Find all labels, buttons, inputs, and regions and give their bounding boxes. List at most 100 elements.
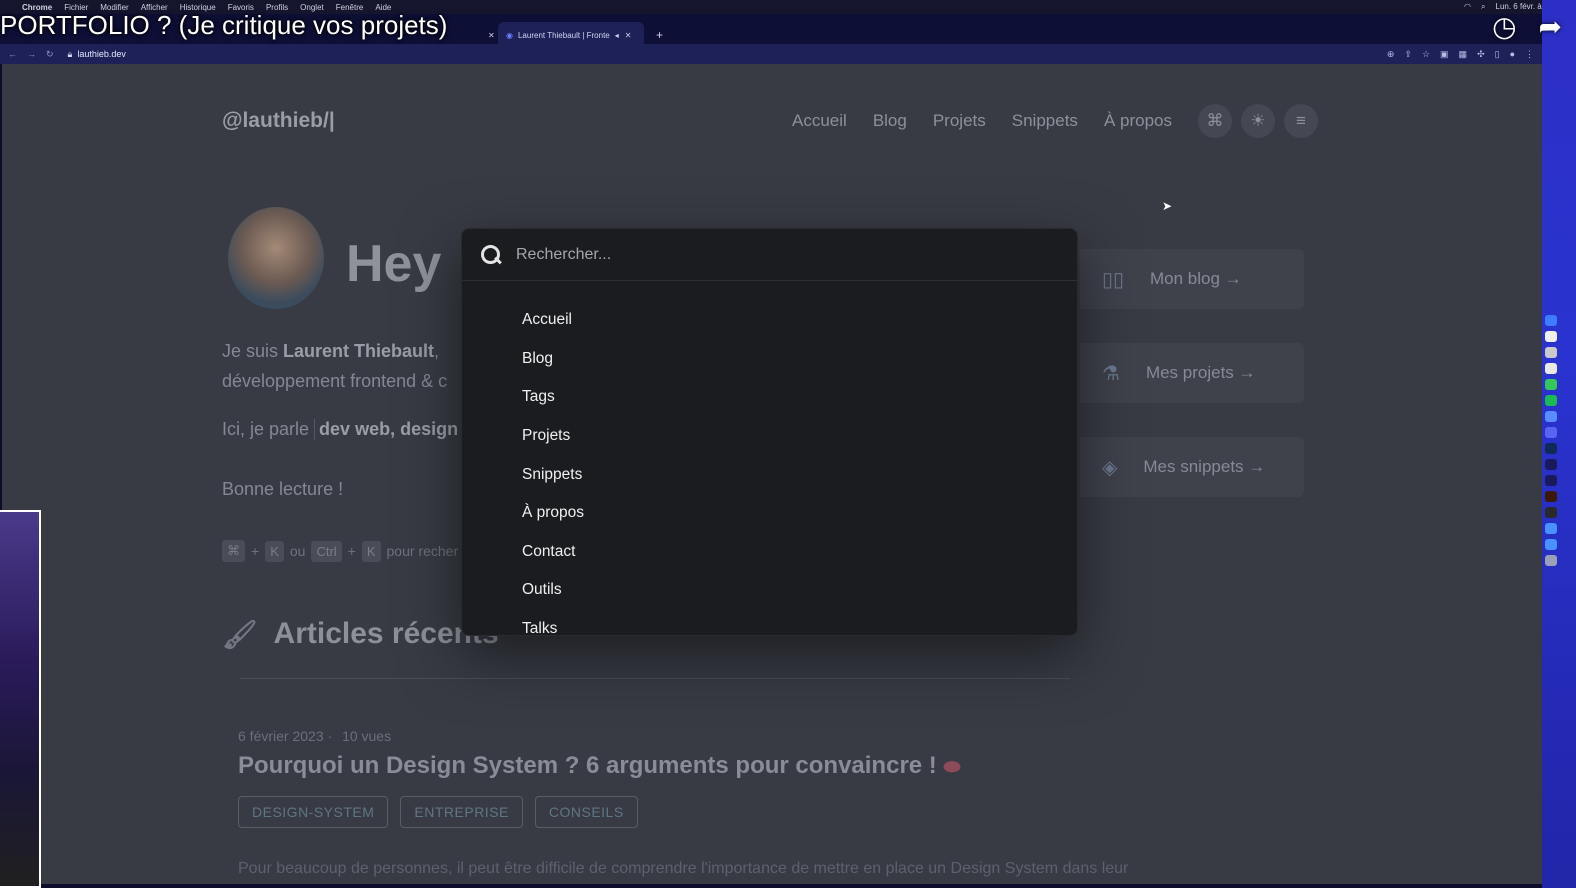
premiere-icon[interactable]: [1545, 475, 1557, 486]
nav-snippets[interactable]: Snippets: [1012, 111, 1078, 131]
book-icon: ▯▯: [1102, 268, 1125, 291]
close-tab-icon[interactable]: ✕: [488, 31, 495, 40]
intro-suffix: ,: [434, 341, 440, 361]
search-input[interactable]: [516, 245, 1036, 264]
article-title[interactable]: Pourquoi un Design System ? 6 arguments …: [238, 752, 961, 780]
watch-later-icon[interactable]: ◷: [1492, 10, 1516, 43]
kbd-cmd: ⌘: [222, 540, 245, 562]
talk-highlight: dev web, design: [314, 419, 464, 440]
article-views: 10 vues: [342, 728, 392, 744]
illustrator-icon[interactable]: [1545, 491, 1557, 502]
or-text: ou: [289, 543, 306, 559]
video-title[interactable]: PORTFOLIO ? (Je critique vos projets): [0, 10, 447, 41]
app-icon[interactable]: [1545, 411, 1557, 422]
nav-a-propos[interactable]: À propos: [1104, 111, 1172, 131]
bookmark-star-icon[interactable]: ☆: [1422, 49, 1430, 60]
kebab-menu-icon[interactable]: ⋮: [1525, 49, 1534, 60]
favicon-icon: ◉: [506, 30, 513, 40]
spotify-icon[interactable]: [1545, 395, 1557, 406]
figma-icon[interactable]: [1545, 507, 1557, 518]
finder-icon[interactable]: [1545, 315, 1557, 326]
article-date: 6 février 2023: [238, 728, 324, 744]
extension-icon[interactable]: ▣: [1440, 49, 1449, 60]
photoshop-icon[interactable]: [1545, 443, 1557, 454]
sidebar-icon[interactable]: ▯: [1495, 49, 1500, 60]
talk-prefix: Ici, je parle: [222, 419, 315, 439]
url-field[interactable]: lauthieb.dev: [77, 49, 126, 59]
forward-icon[interactable]: →: [27, 49, 36, 60]
flask-icon: ⚗: [1102, 362, 1120, 385]
wifi-icon[interactable]: ◠: [1464, 2, 1471, 12]
theme-toggle-button[interactable]: ☀: [1241, 104, 1275, 138]
avatar: [228, 207, 324, 309]
calendar-icon[interactable]: [1545, 331, 1557, 342]
result-talks[interactable]: Talks: [462, 610, 1077, 635]
kbd-ctrl: Ctrl: [311, 540, 342, 562]
reload-icon[interactable]: ↻: [46, 49, 54, 60]
share-icon[interactable]: ⇪: [1404, 49, 1412, 60]
hamburger-icon: ≡: [1296, 111, 1306, 130]
site-logo[interactable]: @lauthieb/|: [222, 109, 335, 133]
puzzle-icon[interactable]: ✣: [1477, 49, 1485, 60]
audio-icon[interactable]: ◂: [615, 31, 619, 40]
result-contact[interactable]: Contact: [462, 533, 1077, 572]
result-snippets[interactable]: Snippets: [462, 455, 1077, 494]
messages-icon[interactable]: [1545, 379, 1557, 390]
nav-accueil[interactable]: Accueil: [792, 111, 847, 131]
article-tags: DESIGN-SYSTEM ENTREPRISE CONSEILS: [238, 796, 638, 828]
nav-projets[interactable]: Projets: [933, 111, 986, 131]
notes-icon[interactable]: [1545, 363, 1557, 374]
screen: Chrome Fichier Modifier Afficher Histori…: [0, 0, 1576, 888]
command-icon: ⌘: [1206, 111, 1224, 130]
result-blog[interactable]: Blog: [462, 340, 1077, 379]
emoji-icon: ⬬: [943, 756, 961, 778]
profile-avatar[interactable]: ●: [1510, 49, 1515, 60]
menu-button[interactable]: ≡: [1284, 104, 1318, 138]
trash-icon[interactable]: [1545, 555, 1557, 566]
share-arrow-icon[interactable]: ➦: [1539, 10, 1562, 43]
result-a-propos[interactable]: À propos: [462, 494, 1077, 533]
result-projets[interactable]: Projets: [462, 417, 1077, 456]
card-snippets[interactable]: ◈ Mes snippets →: [1080, 437, 1304, 497]
result-accueil[interactable]: Accueil: [462, 301, 1077, 340]
command-palette-button[interactable]: ⌘: [1198, 104, 1232, 138]
intro-prefix: Je suis: [222, 341, 284, 361]
shortcut-hint: ⌘ + K ou Ctrl + K pour recher: [222, 540, 472, 562]
intro-name: Laurent Thiebault: [283, 341, 435, 361]
article-title-text: Pourquoi un Design System ? 6 arguments …: [238, 752, 937, 779]
sun-icon: ☀: [1250, 111, 1266, 130]
plus-sign: +: [251, 543, 260, 559]
after-effects-icon[interactable]: [1545, 459, 1557, 470]
result-tags[interactable]: Tags: [462, 378, 1077, 417]
search-modal: Accueil Blog Tags Projets Snippets À pro…: [461, 228, 1078, 636]
kbd-k: K: [265, 540, 284, 562]
card-projets[interactable]: ⚗ Mes projets →: [1080, 343, 1304, 403]
back-icon[interactable]: ←: [8, 49, 17, 60]
video-actions: ◷ ➦: [1492, 10, 1562, 43]
extension-icon[interactable]: ▦: [1459, 49, 1468, 60]
site-nav: Accueil Blog Projets Snippets À propos: [792, 111, 1172, 131]
downloads-icon[interactable]: [1545, 539, 1557, 550]
tag[interactable]: DESIGN-SYSTEM: [238, 796, 389, 828]
dock: [1545, 315, 1559, 566]
chrome-icon[interactable]: [1545, 347, 1557, 358]
tag[interactable]: CONSEILS: [534, 796, 638, 828]
close-tab-icon[interactable]: ✕: [625, 31, 632, 40]
graduation-cap-icon: ◈: [1102, 456, 1118, 479]
card-label: Mon blog →: [1150, 269, 1242, 288]
article-meta: 6 février 2023 · 10 vues: [238, 728, 392, 744]
tag[interactable]: ENTREPRISE: [400, 796, 523, 828]
search-icon[interactable]: ⌕: [1481, 2, 1485, 12]
folder-icon[interactable]: [1545, 523, 1557, 534]
discord-icon[interactable]: [1545, 427, 1557, 438]
talk-text: Ici, je parle dev web, design: [222, 419, 472, 440]
zoom-icon[interactable]: ⊕: [1387, 49, 1395, 60]
result-outils[interactable]: Outils: [462, 571, 1077, 610]
webcam-overlay: [0, 510, 41, 888]
card-blog[interactable]: ▯▯ Mon blog →: [1080, 249, 1304, 309]
brush-icon: 🖌︎: [222, 618, 258, 650]
article-excerpt: Pour beaucoup de personnes, il peut être…: [238, 860, 1129, 877]
lock-icon[interactable]: 🔒︎: [68, 49, 73, 60]
nav-blog[interactable]: Blog: [873, 111, 907, 131]
bonne-lecture: Bonne lecture !: [222, 479, 344, 499]
